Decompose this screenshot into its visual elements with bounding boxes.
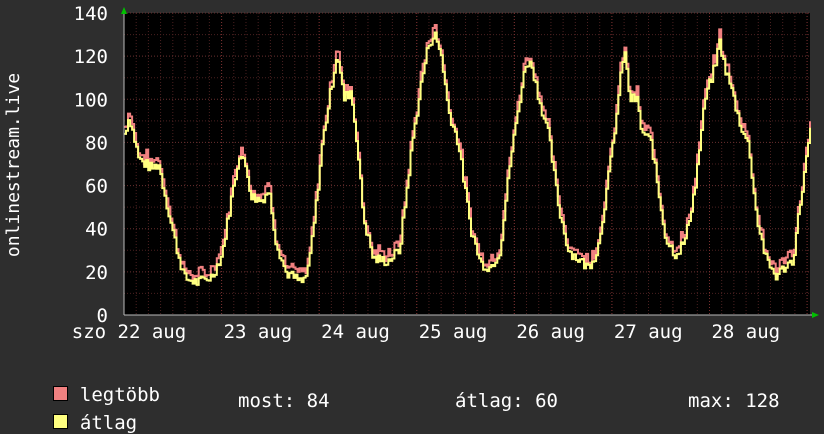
legend-swatch-atlag [52,414,68,429]
y-axis-label: onlinestream.live [3,73,24,257]
stat-most: most: 84 [238,390,330,412]
stat-max-value: 128 [745,390,780,412]
stat-atlag-value: 60 [535,390,558,412]
y-tick-labels: 020406080100120140 [74,3,108,327]
stat-max-label: max: [688,390,734,412]
legend-label-atlag: átlag [79,412,138,434]
y-tick-label: 20 [85,262,108,284]
x-tick-label: 25 aug [419,321,488,343]
x-tick-labels: szo 22 aug 23 aug 24 aug 25 aug 26 aug 27 aug… [72,321,780,343]
stat-max: max: 128 [688,390,780,412]
y-tick-label: 60 [85,176,108,198]
y-tick-label: 140 [74,3,108,25]
y-axis-arrow-icon [121,7,127,14]
x-tick-label: 28 aug [711,321,780,343]
x-tick-label: 23 aug [224,321,293,343]
legend-item-atlag: átlag [30,390,137,434]
y-tick-label: 80 [85,132,108,154]
x-tick-label: szo 22 aug [72,321,186,343]
x-tick-label: 27 aug [614,321,683,343]
x-tick-label: 26 aug [516,321,585,343]
stat-most-label: most: [238,390,296,412]
stat-atlag: átlag: 60 [455,390,558,412]
y-tick-label: 100 [74,89,108,111]
x-axis-arrow-icon [812,312,819,318]
stat-most-value: 84 [306,390,330,412]
y-tick-label: 120 [74,46,108,68]
x-tick-label: 24 aug [321,321,390,343]
y-tick-label: 40 [85,219,108,241]
line-chart: 020406080100120140 szo 22 aug 23 aug 24 au… [3,3,819,343]
stat-atlag-label: átlag: [455,390,524,412]
